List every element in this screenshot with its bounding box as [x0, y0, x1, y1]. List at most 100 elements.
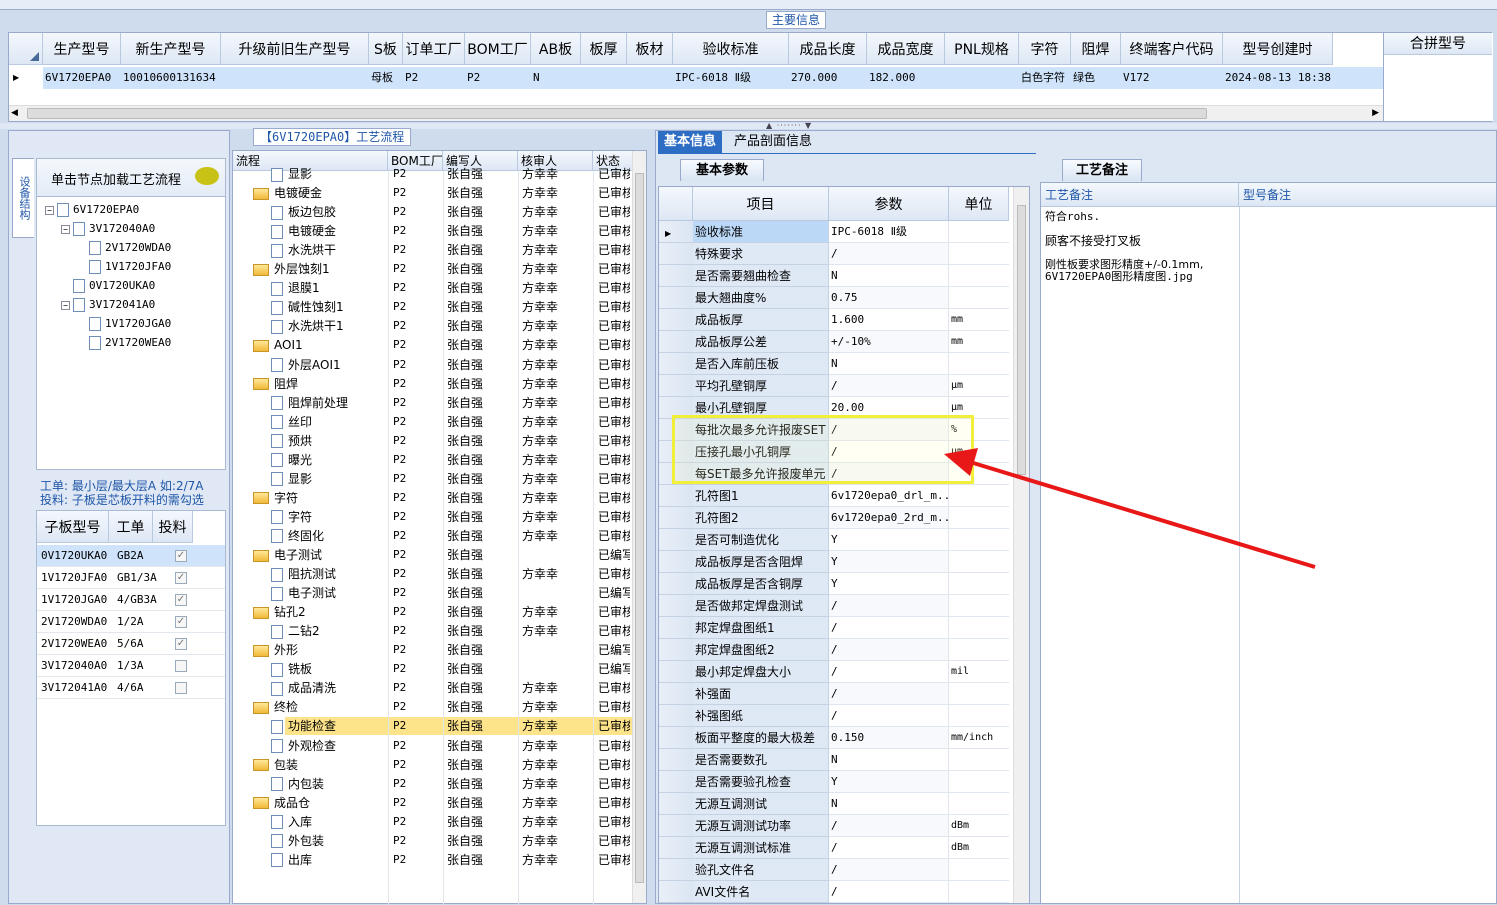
flow-row[interactable]: 阻焊	[253, 375, 298, 393]
main-col-header[interactable]: PNL规格	[945, 33, 1019, 65]
param-row-header[interactable]	[659, 243, 693, 265]
flow-row[interactable]: 钻孔2	[253, 603, 306, 621]
param-row-header[interactable]	[659, 771, 693, 793]
flow-row[interactable]: 显影	[271, 470, 312, 488]
flow-row[interactable]: 阻焊前处理	[271, 394, 348, 412]
flow-row[interactable]: AOI1	[253, 336, 303, 354]
flow-row[interactable]: 曝光	[271, 451, 312, 469]
flow-row[interactable]: 外形	[253, 641, 298, 659]
tree-node[interactable]: − 6V1720EPA0	[45, 201, 139, 219]
flow-row[interactable]: 二钻2	[271, 622, 320, 640]
subgrid-header[interactable]: 子板型号	[37, 511, 109, 543]
feed-checkbox[interactable]: ✓	[175, 638, 187, 650]
param-value[interactable]: /	[829, 837, 949, 859]
tab-basic-info[interactable]: 基本信息	[658, 131, 723, 153]
flow-row[interactable]: 电子测试	[253, 546, 322, 564]
flow-row[interactable]: 阻抗测试	[271, 565, 336, 583]
param-row-header[interactable]	[659, 573, 693, 595]
flow-row[interactable]: 电镀硬金	[271, 222, 336, 240]
param-value[interactable]: N	[829, 793, 949, 815]
flow-row[interactable]: 字符	[271, 508, 312, 526]
tree-node[interactable]: 2V1720WDA0	[77, 239, 171, 257]
tab-section-info[interactable]: 产品剖面信息	[728, 131, 818, 153]
tree-node[interactable]: 1V1720JFA0	[77, 258, 171, 276]
main-info-grid[interactable]: 生产型号 新生产型号 升级前旧生产型号 S板 订单工厂 BOM工厂 AB板 板厚 板材 验收标准成…	[8, 32, 1493, 122]
vscroll-thumb[interactable]	[635, 173, 644, 883]
vertical-tab-structure[interactable]: 设备结构	[12, 158, 34, 238]
main-col-header[interactable]: BOM工厂	[465, 33, 531, 65]
structure-tree[interactable]: −6V1720EPA0−3V172040A0 2V1720WDA0 1V1720JF…	[36, 196, 226, 470]
tree-node[interactable]: 0V1720UKA0	[61, 277, 155, 295]
param-row-header[interactable]	[659, 727, 693, 749]
param-row-header[interactable]	[659, 661, 693, 683]
flow-row[interactable]: 碱性蚀刻1	[271, 298, 344, 316]
param-row-header[interactable]	[659, 617, 693, 639]
param-row-header[interactable]	[659, 815, 693, 837]
param-row-header[interactable]	[659, 881, 693, 903]
flow-row[interactable]: 字符	[253, 489, 298, 507]
flow-row[interactable]: 板边包胶	[271, 203, 336, 221]
param-row-header[interactable]	[659, 309, 693, 331]
param-row-header[interactable]	[659, 485, 693, 507]
main-grid-hscrollbar[interactable]: ◀ ▶	[9, 105, 1383, 121]
param-value[interactable]: N	[829, 749, 949, 771]
main-col-header[interactable]: 验收标准	[673, 33, 789, 65]
main-col-header[interactable]: AB板	[531, 33, 581, 65]
flow-row[interactable]: 入库	[271, 813, 312, 831]
param-row-header[interactable]	[659, 331, 693, 353]
param-row-header[interactable]	[659, 837, 693, 859]
param-row-header[interactable]	[659, 353, 693, 375]
param-value[interactable]: N	[829, 265, 949, 287]
param-value[interactable]: N	[829, 353, 949, 375]
tree-node[interactable]: − 3V172040A0	[61, 220, 155, 238]
main-col-header[interactable]: 生产型号	[43, 33, 121, 65]
subtab-basic-params[interactable]: 基本参数	[680, 159, 764, 181]
param-row-header[interactable]	[659, 683, 693, 705]
flow-row[interactable]: 预烘	[271, 432, 312, 450]
param-value[interactable]: /	[829, 617, 949, 639]
tree-node[interactable]: 1V1720JGA0	[77, 315, 171, 333]
main-col-header[interactable]: 成品宽度	[867, 33, 945, 65]
flow-vscrollbar[interactable]	[632, 151, 646, 903]
param-corner[interactable]	[659, 187, 693, 221]
flow-row[interactable]: 终检	[253, 698, 298, 716]
param-row-header[interactable]	[659, 265, 693, 287]
main-col-header[interactable]: 阻焊	[1071, 33, 1121, 65]
process-flow-grid[interactable]: 流程 BOM工厂 编写人 核审人 状态 显影 P2 张自强 方幸幸 已审核 电镀硬金 P2 张自强 方幸幸…	[232, 150, 647, 905]
param-value[interactable]: /	[829, 705, 949, 727]
feed-checkbox[interactable]: ✓	[175, 550, 187, 562]
param-row-header[interactable]	[659, 859, 693, 881]
param-value[interactable]: Y	[829, 771, 949, 793]
param-col-header[interactable]: 单位	[949, 187, 1009, 221]
hscroll-thumb[interactable]	[27, 108, 1207, 119]
flow-row[interactable]: 外层蚀刻1	[253, 260, 330, 278]
param-value[interactable]: 1.600	[829, 309, 949, 331]
flow-row[interactable]: 电镀硬金	[253, 184, 322, 202]
main-col-header[interactable]: 字符	[1019, 33, 1071, 65]
main-col-header[interactable]: 订单工厂	[403, 33, 465, 65]
main-col-header[interactable]: S板	[369, 33, 403, 65]
horizontal-splitter[interactable]: ▲ ······· ▼	[0, 121, 1497, 130]
flow-row[interactable]: 出库	[271, 851, 312, 869]
flow-row[interactable]: 丝印	[271, 413, 312, 431]
flow-row[interactable]: 显影	[271, 165, 312, 183]
feed-checkbox[interactable]: ✓	[175, 572, 187, 584]
subboard-grid[interactable]: 子板型号 工单 投料 0V1720UKA0 GB2A ✓ 1V1720JFA0 GB1/3A ✓…	[36, 510, 226, 826]
param-row-header[interactable]	[659, 551, 693, 573]
feed-checkbox[interactable]: ✓	[175, 616, 187, 628]
main-col-header[interactable]: 型号创建时	[1223, 33, 1333, 65]
param-row-header[interactable]	[659, 705, 693, 727]
main-col-header[interactable]: 升级前旧生产型号	[221, 33, 369, 65]
flow-row[interactable]: 成品清洗	[271, 679, 336, 697]
param-value[interactable]: /	[829, 595, 949, 617]
param-row-header[interactable]	[659, 793, 693, 815]
main-col-header[interactable]: 板厚	[581, 33, 627, 65]
feed-checkbox[interactable]	[175, 682, 187, 694]
flow-row[interactable]: 水洗烘干	[271, 241, 336, 259]
flow-row[interactable]: 外包装	[271, 832, 324, 850]
param-row-header[interactable]	[659, 595, 693, 617]
flow-row[interactable]: 外层AOI1	[271, 356, 341, 374]
param-row-header[interactable]	[659, 507, 693, 529]
param-value[interactable]: IPC-6018 Ⅱ级	[829, 221, 949, 243]
collapse-icon[interactable]: −	[45, 205, 54, 215]
